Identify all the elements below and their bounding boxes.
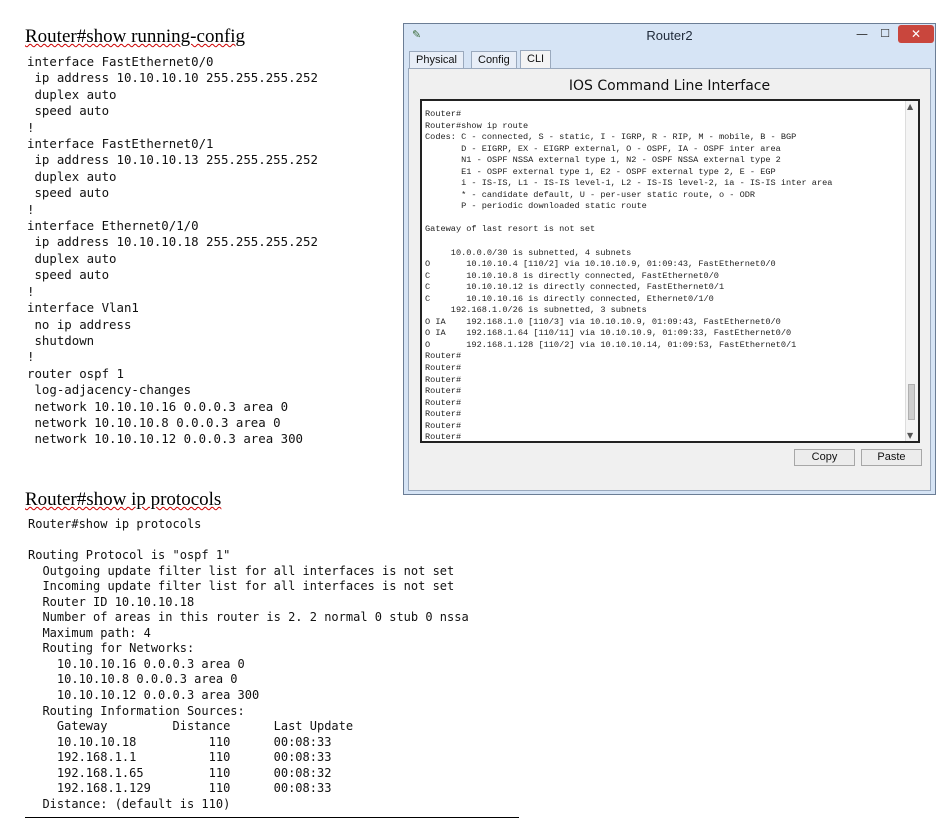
- terminal-scrollbar[interactable]: ▲ ▼: [905, 101, 918, 441]
- running-config-output: interface FastEthernet0/0 ip address 10.…: [27, 54, 318, 447]
- scroll-thumb[interactable]: [908, 384, 915, 420]
- tab-cli[interactable]: CLI: [520, 50, 552, 68]
- tab-physical[interactable]: Physical: [409, 51, 464, 68]
- close-button[interactable]: ✕: [898, 25, 934, 43]
- minimize-button[interactable]: —: [852, 25, 872, 43]
- cli-panel: IOS Command Line Interface Router# Route…: [408, 68, 931, 491]
- ip-protocols-output: Router#show ip protocols Routing Protoco…: [28, 517, 469, 811]
- ip-protocols-heading: Router#show ip protocols: [25, 489, 222, 510]
- scroll-up-icon[interactable]: ▲: [907, 102, 913, 111]
- bottom-divider: [25, 817, 519, 818]
- panel-title: IOS Command Line Interface: [568, 78, 771, 94]
- copy-button[interactable]: Copy: [794, 449, 855, 466]
- title-bar[interactable]: ✎ Router2 — ☐ ✕: [404, 24, 935, 48]
- running-config-heading: Router#show running-config: [25, 26, 246, 47]
- maximize-button[interactable]: ☐: [875, 25, 895, 43]
- cli-terminal[interactable]: Router# Router#show ip route Codes: C - …: [420, 99, 920, 443]
- tab-config[interactable]: Config: [471, 51, 517, 68]
- scroll-down-icon[interactable]: ▼: [907, 431, 913, 440]
- paste-button[interactable]: Paste: [861, 449, 922, 466]
- router-window: ✎ Router2 — ☐ ✕ Physical Config CLI IOS …: [403, 23, 936, 495]
- terminal-output[interactable]: Router# Router#show ip route Codes: C - …: [425, 109, 832, 441]
